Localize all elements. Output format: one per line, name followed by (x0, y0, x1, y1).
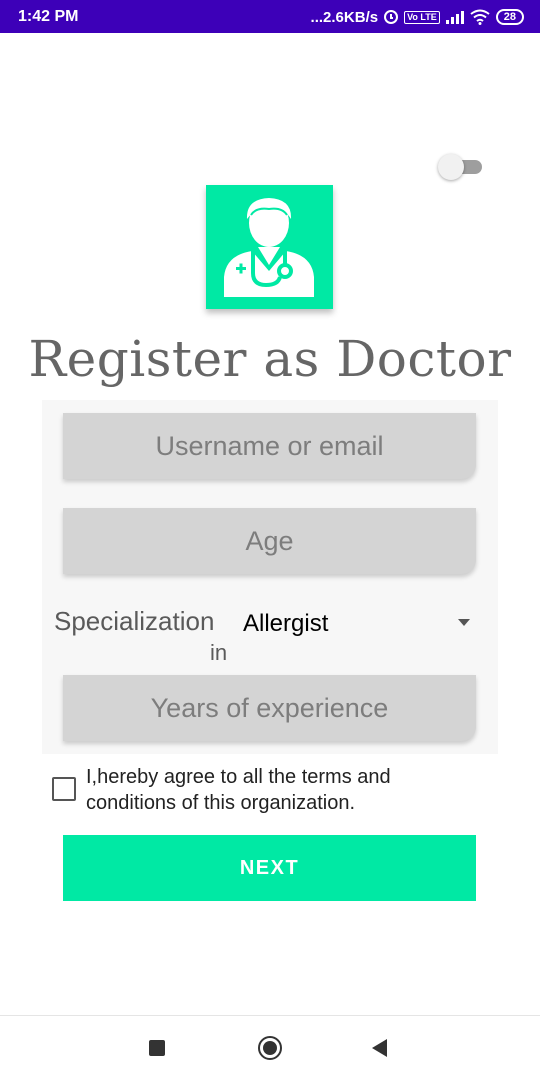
volte-icon: Vo LTE (404, 10, 440, 24)
next-button[interactable]: NEXT (63, 835, 476, 901)
signal-icon (445, 10, 464, 24)
page-title: Register as Doctor (28, 330, 512, 388)
age-field[interactable] (63, 508, 476, 574)
terms-checkbox[interactable] (52, 777, 76, 801)
specialization-value: Allergist (243, 610, 329, 637)
theme-toggle[interactable] (438, 154, 484, 180)
battery-icon: 28 (495, 9, 524, 25)
doctor-logo (206, 185, 333, 309)
specialization-label: Specialization (54, 606, 215, 636)
experience-input[interactable] (63, 691, 476, 725)
system-nav-bar (0, 1015, 540, 1081)
home-circle-icon[interactable] (258, 1036, 282, 1060)
toggle-thumb (438, 154, 464, 180)
back-triangle-icon[interactable] (372, 1039, 387, 1057)
experience-field[interactable] (63, 675, 476, 741)
age-input[interactable] (63, 524, 476, 558)
network-speed: ...2.6KB/s (310, 8, 379, 26)
wifi-icon (470, 9, 490, 25)
status-icons: ...2.6KB/s Vo LTE 28 (311, 7, 524, 27)
username-input[interactable] (63, 429, 476, 463)
status-bar: 1:42 PM ...2.6KB/s Vo LTE 28 (0, 0, 540, 33)
terms-text: I,hereby agree to all the terms and cond… (86, 766, 391, 814)
specialization-dropdown[interactable]: Allergist (240, 605, 480, 641)
username-field[interactable] (63, 413, 476, 479)
recents-square-icon[interactable] (149, 1040, 165, 1056)
alarm-icon (384, 10, 399, 24)
dropdown-arrow-icon (458, 619, 470, 626)
status-time: 1:42 PM (18, 8, 79, 25)
doctor-icon (224, 198, 314, 297)
specialization-label-in: in (210, 640, 228, 665)
